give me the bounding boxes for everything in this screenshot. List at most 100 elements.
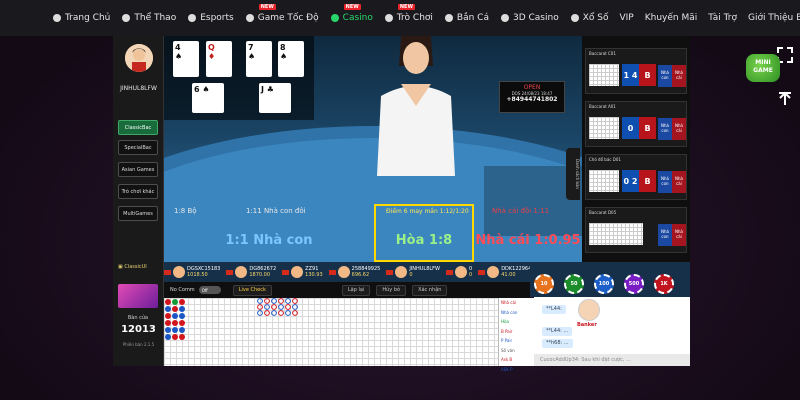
mode-multigames[interactable]: MultiGames: [118, 206, 158, 221]
big-road-dot: [271, 304, 277, 310]
slot-icon: [384, 13, 394, 23]
replay-button[interactable]: Lặp lại: [341, 284, 371, 296]
nav-item[interactable]: Thể Thao: [121, 13, 176, 23]
bet-pair-any[interactable]: 1:8 Bộ: [164, 204, 236, 218]
game-speed-icon: [245, 13, 255, 23]
player-avatar: [337, 266, 350, 278]
nav-item[interactable]: Giới Thiệu Bạn Bè: [748, 13, 800, 23]
big-road-dot: [285, 298, 291, 304]
table-bet-player[interactable]: Nhà con: [658, 65, 672, 87]
nav-item[interactable]: 3D Casino: [500, 13, 559, 23]
table-name: Baccarat C01: [589, 51, 616, 56]
bet-player-pair[interactable]: 1:11 Nhà con đôi: [236, 204, 376, 218]
promo-banner[interactable]: [118, 284, 158, 308]
flag-icon: [446, 269, 453, 275]
mode-specialbac[interactable]: SpecialBac: [118, 140, 158, 155]
nav-item-label: Trang Chủ: [65, 13, 111, 23]
table-bet-banker[interactable]: Nhà cái: [672, 65, 686, 87]
username: JINHUL8LFW: [120, 85, 157, 92]
chip-50[interactable]: 50: [564, 274, 584, 294]
table-card[interactable]: Baccarat A01 0 B Nhà con Nhà cái: [585, 101, 687, 147]
table-list-tab[interactable]: Danh sách bàn: [566, 148, 580, 200]
cancel-button[interactable]: Hủy bỏ: [376, 284, 407, 296]
nav-item[interactable]: VIP: [619, 13, 633, 23]
table-bet-player[interactable]: Nhà con: [658, 118, 672, 140]
classic-ui-toggle[interactable]: ▣ ClassicUI: [118, 264, 147, 270]
bead-road-dot: [165, 334, 171, 340]
chip-10[interactable]: 10: [534, 274, 554, 294]
nav-item[interactable]: Bắn Cá: [444, 13, 489, 23]
player-avatar: [173, 266, 185, 278]
confirm-button[interactable]: Xác nhận: [412, 284, 448, 296]
bet-banker[interactable]: Nhà cái 1:0.95: [474, 218, 582, 262]
no-comm-toggle[interactable]: Off: [198, 286, 221, 294]
mode-classicbac[interactable]: ClassicBac: [118, 120, 158, 135]
flag-icon: [164, 269, 171, 275]
mode-asian-games[interactable]: Asian Games: [118, 162, 158, 177]
nav-item[interactable]: Khuyến Mãi: [645, 13, 698, 23]
player-seat: 258849925 696.62: [328, 266, 380, 278]
live-check-button[interactable]: Live Check: [232, 284, 272, 296]
bet-banker-pair[interactable]: Nhà cái đôi 1:11: [482, 204, 582, 218]
live-video: 4 ♠ Q ♦ 7 ♠ 8 ♠ 6 ♠ J ♣ OPEN DOS 24/08/23 18…: [164, 36, 582, 262]
table-bet-banker[interactable]: Nhà cái: [672, 118, 686, 140]
main-bets: 1:1 Nhà con Hòa 1:8 Nhà cái 1:0.95: [164, 218, 582, 262]
stats-panel: Nhà cái Nhà con Hòa B Pair P Pair Số ván Ask B…: [498, 298, 534, 372]
card-8: 8 ♠: [278, 41, 304, 77]
nav-item[interactable]: Esports: [187, 13, 234, 23]
mini-game-button[interactable]: MINI GAME: [746, 54, 780, 82]
table-bet-banker[interactable]: Nhà cái: [672, 224, 686, 246]
bead-road-dot: [172, 334, 178, 340]
roadmap-dots: [165, 298, 298, 340]
mode-other-games[interactable]: Trò chơi khác: [118, 184, 158, 199]
chip-100[interactable]: 100: [594, 274, 614, 294]
nav-item[interactable]: Trò Chơi NEW: [384, 4, 433, 23]
casino-page: Trang Chủ Thể Thao Esports Game Tốc Độ NEW Ca…: [0, 0, 800, 400]
bead-road-dot: [165, 306, 171, 312]
table-bet-banker[interactable]: Nhà cái: [672, 171, 686, 193]
table-card[interactable]: Chó đổ bác D01 0 2 B Nhà con Nhà cái: [585, 154, 687, 200]
stat-row: Ask B: [501, 357, 513, 363]
bead-road-dot: [172, 313, 178, 319]
big-road-dot: [292, 298, 298, 304]
room-sub: Phiên bàn 2.1.5: [122, 342, 155, 347]
big-road-dot: [257, 304, 263, 310]
nav-item[interactable]: Xổ Số: [570, 13, 609, 23]
table-card[interactable]: Baccarat C01 1 4 B Nhà con Nhà cái: [585, 48, 687, 94]
big-road-dot: [285, 304, 291, 310]
nav-item[interactable]: Casino NEW: [330, 4, 373, 23]
table-banker-result: B: [639, 117, 656, 139]
nav-item[interactable]: Game Tốc Độ NEW: [245, 4, 319, 23]
bead-road-dot: [179, 320, 185, 326]
card-6: 6 ♠: [192, 83, 224, 113]
table-name: Baccarat A01: [589, 104, 616, 109]
stat-row: Nhà cái: [501, 300, 517, 306]
chat-message: **h68: ...: [542, 339, 573, 348]
nav-item[interactable]: Trang Chủ: [52, 13, 110, 23]
nav-item-label: Xổ Số: [582, 13, 609, 23]
bead-road-dot: [179, 299, 185, 305]
casino-icon: [330, 13, 340, 23]
user-avatar[interactable]: [125, 44, 153, 72]
nav-item[interactable]: Tài Trợ: [708, 13, 737, 23]
table-bet-player[interactable]: Nhà con: [658, 171, 672, 193]
chat-input[interactable]: CucocAddUp34: Sau khi đặt cược, ...: [534, 354, 690, 366]
new-badge: NEW: [343, 4, 361, 10]
chip-1k[interactable]: 1K: [654, 274, 674, 294]
table-bet-player[interactable]: Nhà con: [658, 224, 672, 246]
bet-tie[interactable]: Hòa 1:8: [374, 218, 474, 262]
bet-lucky-six[interactable]: Điểm 6 may mắn 1:12/1:20: [376, 204, 482, 218]
player-avatar: [235, 266, 248, 278]
table-player-result: 0 2: [622, 170, 639, 192]
bet-player[interactable]: 1:1 Nhà con: [164, 218, 374, 262]
stat-row: P Pair: [501, 338, 513, 344]
card-box: 4 ♠ Q ♦ 7 ♠ 8 ♠ 6 ♠ J ♣: [164, 36, 314, 120]
room-number: 12013: [121, 324, 156, 335]
table-card[interactable]: Baccarat D05 Nhà con Nhà cái: [585, 207, 687, 253]
player-amount: 130.93: [305, 272, 323, 278]
nav-item-label: Bắn Cá: [456, 13, 489, 23]
player-seat: 00: [446, 266, 472, 278]
chip-500[interactable]: 500: [624, 274, 644, 294]
banker-avatar: [578, 299, 600, 321]
scroll-top-icon[interactable]: [776, 90, 794, 108]
